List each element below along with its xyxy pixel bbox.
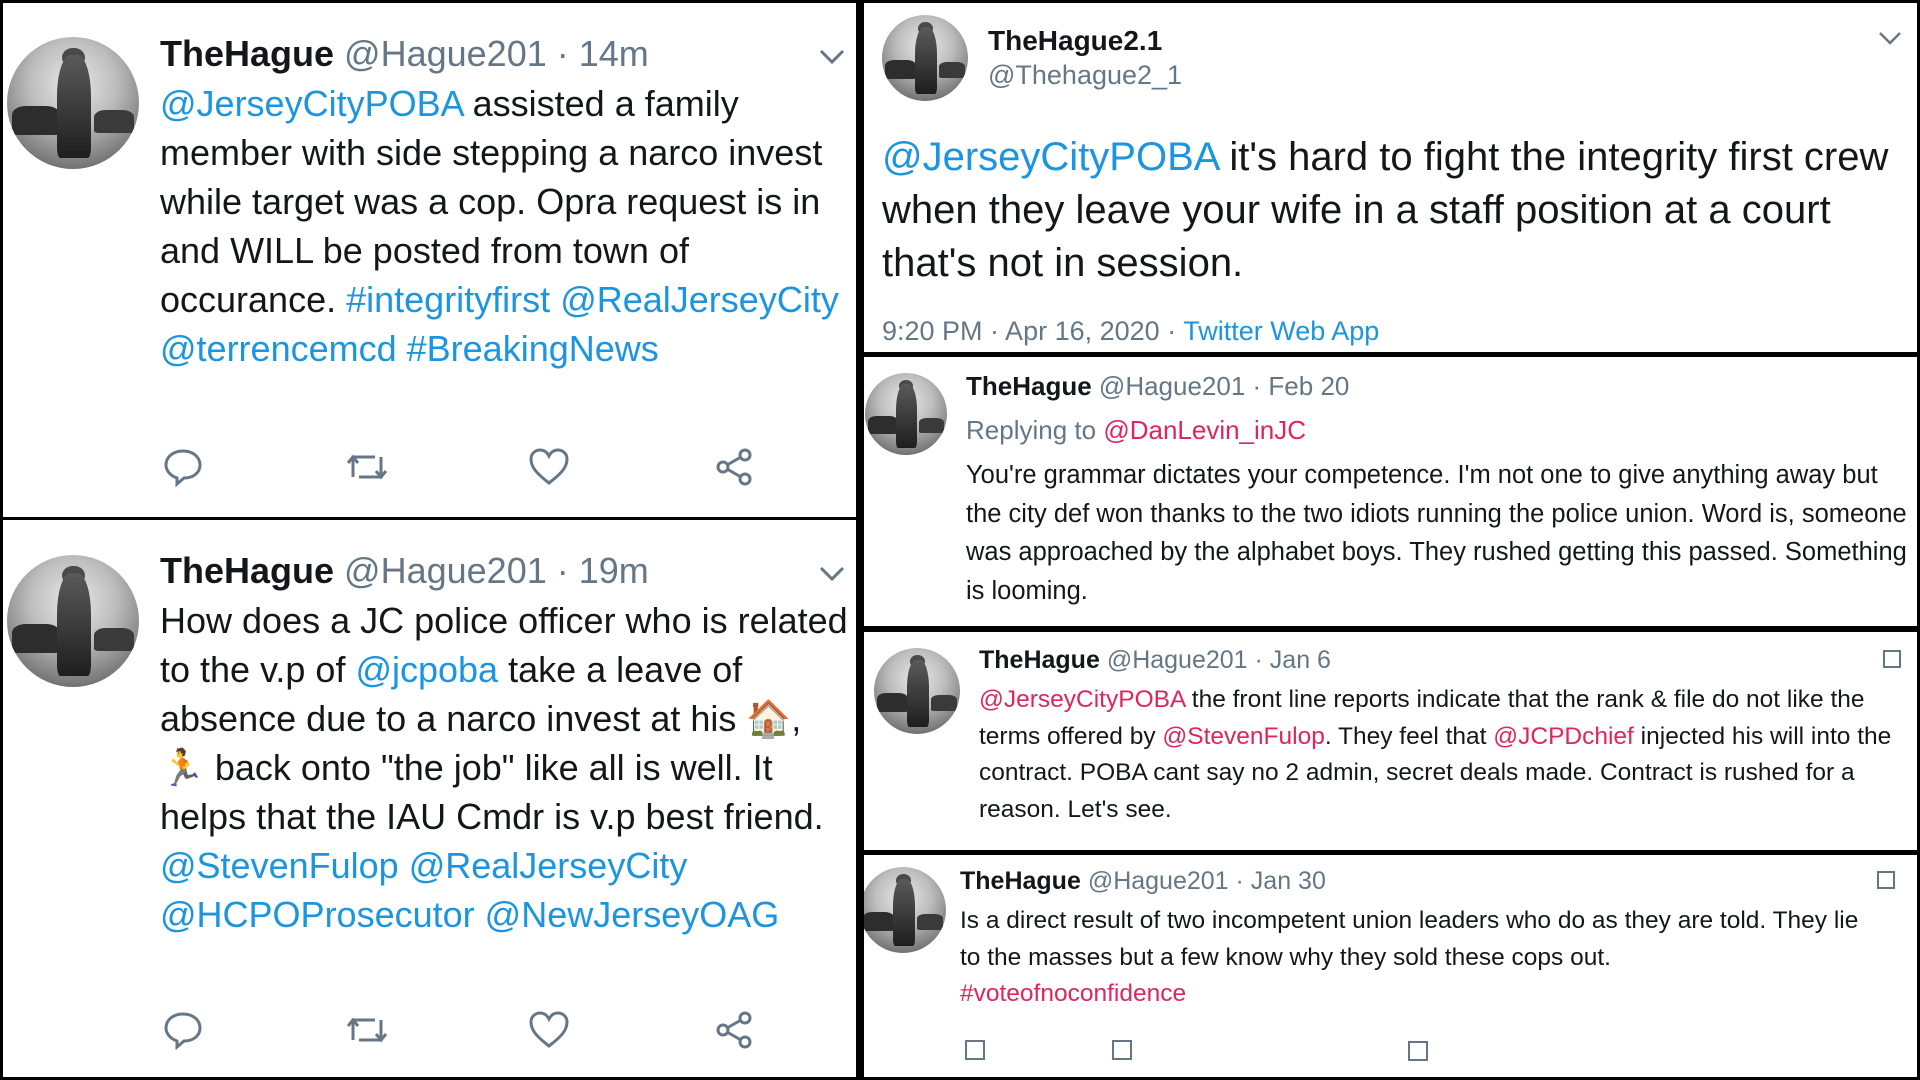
avatar[interactable] xyxy=(864,867,946,953)
tweet-header: TheHague @Hague201 · 19m xyxy=(160,550,649,592)
reply-icon[interactable] xyxy=(163,447,203,487)
replying-label: Replying to xyxy=(966,415,1104,445)
tweet-text-main: Is a direct result of two incompetent un… xyxy=(960,907,1859,971)
mention-link[interactable]: @StevenFulop xyxy=(160,845,399,886)
chevron-down-icon[interactable] xyxy=(818,564,846,584)
handle[interactable]: @Hague201 xyxy=(1099,371,1245,401)
tweet-header: TheHague @Hague201 · Jan 30 xyxy=(960,867,1326,896)
tweet-card-5[interactable]: TheHague @Hague201 · Jan 6 @JerseyCityPO… xyxy=(864,632,1917,850)
mention-link[interactable]: @NewJerseyOAG xyxy=(485,894,780,935)
timestamp[interactable]: 9:20 PM · Apr 16, 2020 · xyxy=(882,316,1183,346)
hashtag-link[interactable]: #BreakingNews xyxy=(407,328,659,369)
display-name[interactable]: TheHague xyxy=(160,550,334,591)
chevron-down-icon[interactable] xyxy=(1877,29,1903,47)
retweet-icon[interactable] xyxy=(1112,1040,1132,1060)
mention-link[interactable]: @JerseyCityPOBA xyxy=(882,135,1218,179)
tweet-text-segment xyxy=(399,845,409,886)
tweet-text: @JerseyCityPOBA assisted a family member… xyxy=(160,79,840,373)
tweet-header: TheHague @Hague201 · Feb 20 xyxy=(966,371,1349,402)
tweet-card-4[interactable]: TheHague @Hague201 · Feb 20 Replying to … xyxy=(864,357,1917,626)
tweet-actions xyxy=(3,1010,856,1054)
handle[interactable]: @Hague201 xyxy=(1088,867,1229,895)
mention-link[interactable]: @StevenFulop xyxy=(1162,723,1324,750)
tweet-text: @JerseyCityPOBA it's hard to fight the i… xyxy=(882,131,1907,290)
timestamp[interactable]: · Jan 30 xyxy=(1236,867,1326,895)
tweet-card-3[interactable]: TheHague2.1 @Thehague2_1 @JerseyCityPOBA… xyxy=(864,3,1917,352)
display-name[interactable]: TheHague xyxy=(966,371,1092,401)
display-name[interactable]: TheHague2.1 xyxy=(988,25,1162,57)
timestamp[interactable]: · Jan 6 xyxy=(1255,646,1331,674)
mention-link[interactable]: @JerseyCityPOBA xyxy=(160,83,463,124)
square-icon[interactable] xyxy=(1877,871,1895,889)
handle[interactable]: @Hague201 xyxy=(1107,646,1248,674)
timestamp[interactable]: · Feb 20 xyxy=(1253,371,1350,401)
display-name[interactable]: TheHague xyxy=(160,33,334,74)
tweet-text-segment xyxy=(397,328,407,369)
heart-icon[interactable] xyxy=(1408,1041,1428,1061)
display-name[interactable]: TheHague xyxy=(979,646,1100,674)
mention-link[interactable]: @terrencemcd xyxy=(160,328,397,369)
square-icon[interactable] xyxy=(1883,650,1901,668)
timestamp[interactable]: · 19m xyxy=(557,550,649,591)
tweet-text-segment xyxy=(550,279,560,320)
tweet-meta: 9:20 PM · Apr 16, 2020 · Twitter Web App xyxy=(882,316,1379,347)
tweet-text: How does a JC police officer who is rela… xyxy=(160,596,850,939)
avatar[interactable] xyxy=(874,648,960,734)
reply-icon[interactable] xyxy=(965,1040,985,1060)
tweet-card-6[interactable]: TheHague @Hague201 · Jan 30 Is a direct … xyxy=(864,855,1917,1077)
share-icon[interactable] xyxy=(715,1010,755,1050)
avatar[interactable] xyxy=(865,373,947,455)
handle[interactable]: @Thehague2_1 xyxy=(988,60,1182,91)
avatar[interactable] xyxy=(7,555,139,687)
retweet-icon[interactable] xyxy=(343,447,391,487)
timestamp[interactable]: · 14m xyxy=(557,33,649,74)
tweet-text-segment: . They feel that xyxy=(1324,722,1494,750)
chevron-down-icon[interactable] xyxy=(818,47,846,67)
replying-to: Replying to @DanLevin_inJC xyxy=(966,415,1306,446)
heart-icon[interactable] xyxy=(528,447,570,487)
handle[interactable]: @Hague201 xyxy=(344,550,547,591)
mention-link[interactable]: @jcpoba xyxy=(355,649,498,690)
tweet-text-segment xyxy=(475,894,485,935)
tweet-card-2[interactable]: TheHague @Hague201 · 19m How does a JC p… xyxy=(3,520,856,1077)
avatar[interactable] xyxy=(882,15,968,101)
share-icon[interactable] xyxy=(715,447,755,487)
retweet-icon[interactable] xyxy=(343,1010,391,1050)
heart-icon[interactable] xyxy=(528,1010,570,1050)
display-name[interactable]: TheHague xyxy=(960,867,1081,895)
hashtag-link[interactable]: #integrityfirst xyxy=(346,279,550,320)
tweet-actions xyxy=(3,447,856,491)
mention-link[interactable]: @DanLevin_inJC xyxy=(1103,415,1306,445)
mention-link[interactable]: @HCPOProsecutor xyxy=(160,894,475,935)
mention-link[interactable]: @JerseyCityPOBA xyxy=(979,686,1185,713)
avatar[interactable] xyxy=(7,37,139,169)
mention-link[interactable]: @JCPDchief xyxy=(1493,723,1634,750)
tweet-card-1[interactable]: TheHague @Hague201 · 14m @JerseyCityPOBA… xyxy=(3,3,856,517)
reply-icon[interactable] xyxy=(163,1010,203,1050)
tweet-text: @JerseyCityPOBA the front line reports i… xyxy=(979,682,1894,828)
tweet-header: TheHague @Hague201 · Jan 6 xyxy=(979,646,1331,675)
tweet-text: You're grammar dictates your competence.… xyxy=(966,461,1907,605)
tweet-text: Is a direct result of two incompetent un… xyxy=(960,903,1885,1013)
tweet-header: TheHague @Hague201 · 14m xyxy=(160,33,649,75)
mention-link[interactable]: @RealJerseyCity xyxy=(560,279,839,320)
handle[interactable]: @Hague201 xyxy=(344,33,547,74)
mention-link[interactable]: @RealJerseyCity xyxy=(409,845,688,886)
source-link[interactable]: Twitter Web App xyxy=(1183,316,1379,346)
hashtag-link[interactable]: #voteofnoconfidence xyxy=(960,980,1186,1007)
